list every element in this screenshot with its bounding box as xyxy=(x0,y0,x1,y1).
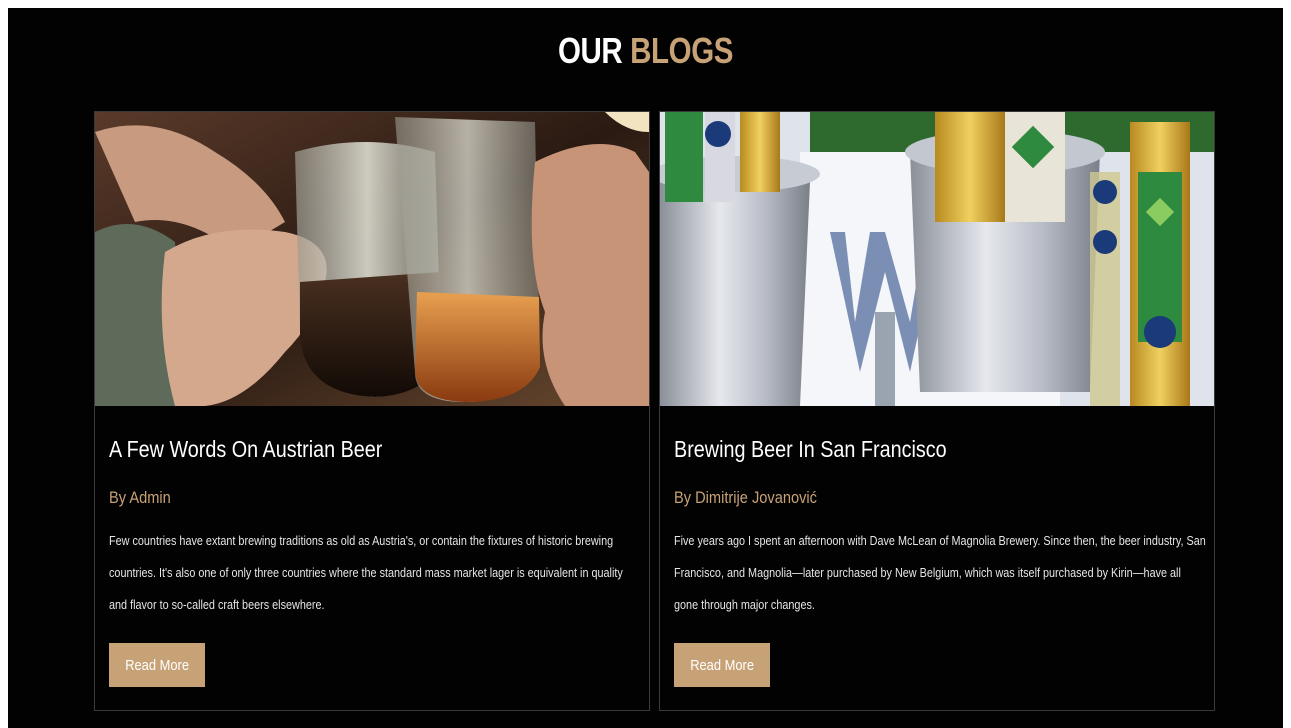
blog-card: Brewing Beer In San Francisco By Dimitri… xyxy=(659,111,1215,711)
post-author: By Admin xyxy=(109,488,171,507)
blog-section: OUR BLOGS A Few Words On Austrian Beer B… xyxy=(8,8,1283,728)
post-author: By Dimitrije Jovanović xyxy=(674,488,817,507)
section-title-part2: BLOGS xyxy=(630,30,734,71)
post-excerpt: Five years ago I spent an afternoon with… xyxy=(674,534,1206,612)
post-excerpt: Few countries have extant brewing tradit… xyxy=(109,534,623,612)
section-title: OUR BLOGS xyxy=(123,30,1169,72)
read-more-button[interactable]: Read More xyxy=(109,643,205,687)
post-title[interactable]: A Few Words On Austrian Beer xyxy=(109,436,382,463)
section-title-part1: OUR xyxy=(557,30,623,71)
blog-card: A Few Words On Austrian Beer By Admin Fe… xyxy=(94,111,650,711)
blog-image-beer-bottles[interactable] xyxy=(660,112,1214,406)
read-more-label: Read More xyxy=(125,656,189,674)
read-more-button[interactable]: Read More xyxy=(674,643,770,687)
post-title[interactable]: Brewing Beer In San Francisco xyxy=(674,436,947,463)
blog-image-beer-toast[interactable] xyxy=(95,112,649,406)
read-more-label: Read More xyxy=(690,656,754,674)
